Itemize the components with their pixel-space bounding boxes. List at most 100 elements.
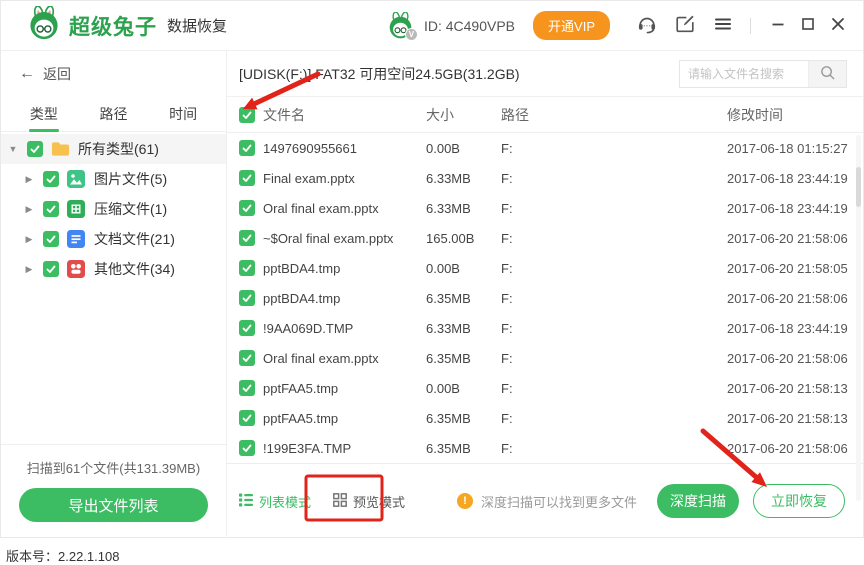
- cell-file-name: ~$Oral final exam.pptx: [263, 230, 394, 246]
- cell-file-size: 6.33MB: [426, 320, 471, 336]
- back-label: 返回: [43, 66, 71, 82]
- column-header-path[interactable]: 路径: [501, 105, 727, 125]
- image-file-icon: [67, 170, 86, 188]
- open-vip-button[interactable]: 开通VIP: [533, 11, 610, 40]
- sidebar-tab-type[interactable]: 类型: [24, 97, 64, 131]
- tree-item[interactable]: ▶ 其他文件(34): [1, 254, 226, 284]
- minimize-button[interactable]: [765, 13, 791, 39]
- table-row[interactable]: pptFAA5.tmp 0.00B F: 2017-06-20 21:58:13: [227, 373, 863, 403]
- brand-name: 超级兔子: [69, 15, 157, 39]
- cell-file-name: pptBDA4.tmp: [263, 260, 341, 276]
- table-row[interactable]: Final exam.pptx 6.33MB F: 2017-06-18 23:44:…: [227, 163, 863, 193]
- main-panel: [UDISK(F:)] FAT32 可用空间24.5GB(31.2GB) 请输入…: [227, 51, 863, 538]
- recover-now-button[interactable]: 立即恢复: [753, 484, 845, 518]
- table-row[interactable]: pptBDA4.tmp 0.00B F: 2017-06-20 21:58:05: [227, 253, 863, 283]
- user-id: ID: 4C490VPB: [423, 17, 516, 34]
- row-checkbox[interactable]: [239, 380, 255, 396]
- cell-modified-time: 2017-06-20 21:58:06: [727, 290, 848, 306]
- scrollbar-thumb[interactable]: [856, 167, 861, 207]
- list-mode-label: 列表模式: [259, 494, 312, 510]
- row-checkbox[interactable]: [239, 200, 255, 216]
- table-row[interactable]: !9AA069D.TMP 6.33MB F: 2017-06-18 23:44:19: [227, 313, 863, 343]
- column-header-modified[interactable]: 修改时间: [727, 105, 863, 125]
- row-checkbox[interactable]: [239, 320, 255, 336]
- search-input[interactable]: [680, 60, 808, 87]
- cell-file-path: F:: [501, 140, 513, 156]
- cell-file-path: F:: [501, 320, 513, 336]
- tree-item[interactable]: ▶ 压缩文件(1): [1, 194, 226, 224]
- caret-right-icon[interactable]: ▶: [23, 204, 35, 215]
- cell-modified-time: 2017-06-18 01:15:27: [727, 140, 848, 156]
- app-window: 超级兔子 数据恢复 V ID: 4C490VPB 开通VIP ← 返回 类型 路…: [0, 0, 864, 538]
- caret-down-icon[interactable]: ▼: [7, 144, 19, 154]
- cell-file-path: F:: [501, 380, 513, 396]
- checkbox[interactable]: [43, 201, 59, 217]
- user-avatar-icon[interactable]: V: [387, 11, 418, 41]
- back-button[interactable]: ← 返回: [1, 51, 226, 97]
- support-button[interactable]: [632, 11, 662, 41]
- table-row[interactable]: 1497690955661 0.00B F: 2017-06-18 01:15:27: [227, 133, 863, 163]
- tree-item-label: 文档文件(21): [94, 231, 175, 247]
- cell-file-size: 0.00B: [426, 260, 460, 276]
- caret-right-icon[interactable]: ▶: [23, 174, 35, 185]
- row-checkbox[interactable]: [239, 260, 255, 276]
- select-all-checkbox[interactable]: [239, 106, 255, 123]
- cell-file-size: 6.35MB: [426, 290, 471, 306]
- row-checkbox[interactable]: [239, 440, 255, 456]
- folder-icon: [51, 140, 70, 158]
- checkbox[interactable]: [27, 141, 43, 157]
- brand: 超级兔子 数据恢复: [27, 5, 227, 45]
- row-checkbox[interactable]: [239, 230, 255, 246]
- caret-right-icon[interactable]: ▶: [23, 264, 35, 275]
- table-row[interactable]: pptBDA4.tmp 6.35MB F: 2017-06-20 21:58:06: [227, 283, 863, 313]
- table-row[interactable]: Oral final exam.pptx 6.33MB F: 2017-06-18 2…: [227, 193, 863, 223]
- row-checkbox[interactable]: [239, 140, 255, 156]
- close-button[interactable]: [825, 13, 851, 39]
- hamburger-menu-icon: [713, 14, 733, 37]
- caret-right-icon[interactable]: ▶: [23, 234, 35, 245]
- app-logo-icon: [27, 5, 61, 45]
- row-checkbox[interactable]: [239, 350, 255, 366]
- sidebar-tab-time[interactable]: 时间: [163, 97, 203, 131]
- column-header-name[interactable]: 文件名: [263, 105, 426, 125]
- maximize-button[interactable]: [795, 13, 821, 39]
- column-header-size[interactable]: 大小: [426, 105, 501, 125]
- cell-file-path: F:: [501, 230, 513, 246]
- cell-file-name: Oral final exam.pptx: [263, 200, 379, 216]
- preview-mode-button[interactable]: 预览模式: [333, 492, 405, 511]
- row-checkbox[interactable]: [239, 410, 255, 426]
- cell-modified-time: 2017-06-20 21:58:05: [727, 260, 848, 276]
- tree-item[interactable]: ▼ 所有类型(61): [1, 134, 226, 164]
- cell-file-name: !9AA069D.TMP: [263, 320, 354, 336]
- table-row[interactable]: pptFAA5.tmp 6.35MB F: 2017-06-20 21:58:13: [227, 403, 863, 433]
- checkbox[interactable]: [43, 231, 59, 247]
- cell-file-path: F:: [501, 410, 513, 426]
- sidebar-tab-path[interactable]: 路径: [93, 97, 133, 131]
- menu-button[interactable]: [708, 11, 738, 41]
- row-checkbox[interactable]: [239, 170, 255, 186]
- cell-file-name: pptBDA4.tmp: [263, 290, 341, 306]
- feedback-button[interactable]: [670, 11, 700, 41]
- search-box: [679, 59, 847, 88]
- preview-mode-label: 预览模式: [353, 494, 406, 510]
- search-button[interactable]: [808, 60, 846, 87]
- tree-item-label: 图片文件(5): [94, 171, 168, 187]
- checkbox[interactable]: [43, 171, 59, 187]
- cell-modified-time: 2017-06-20 21:58:06: [727, 230, 848, 246]
- table-row[interactable]: !199E3FA.TMP 6.35MB F: 2017-06-20 21:58:06: [227, 433, 863, 463]
- cell-file-size: 165.00B: [426, 230, 475, 246]
- tree-item[interactable]: ▶ 文档文件(21): [1, 224, 226, 254]
- table-row[interactable]: ~$Oral final exam.pptx 165.00B F: 2017-06-2…: [227, 223, 863, 253]
- cell-file-path: F:: [501, 350, 513, 366]
- deep-scan-button[interactable]: 深度扫描: [657, 484, 739, 518]
- row-checkbox[interactable]: [239, 290, 255, 306]
- footer-bar: 列表模式 预览模式 ! 深度扫描可以找到更多文件 深度扫描 立即恢复: [227, 463, 863, 538]
- list-mode-button[interactable]: 列表模式: [239, 492, 311, 511]
- list-mode-icon: [239, 493, 253, 510]
- export-file-list-button[interactable]: 导出文件列表: [19, 488, 208, 522]
- table-row[interactable]: Oral final exam.pptx 6.35MB F: 2017-06-20 2…: [227, 343, 863, 373]
- tree-item[interactable]: ▶ 图片文件(5): [1, 164, 226, 194]
- checkbox[interactable]: [43, 261, 59, 277]
- scrollbar[interactable]: [856, 135, 861, 501]
- feedback-icon: [674, 13, 696, 38]
